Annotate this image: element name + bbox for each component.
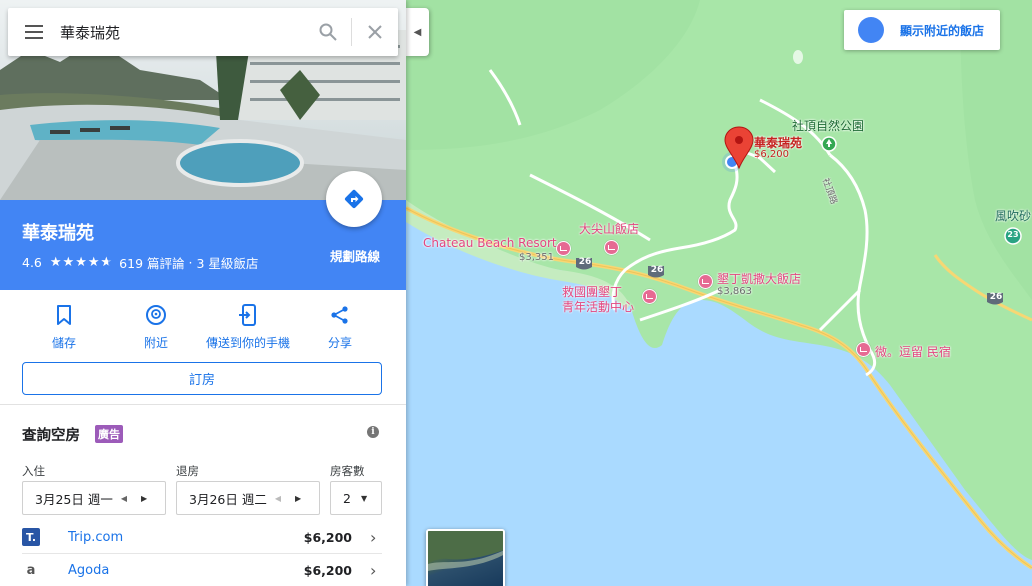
- bookmark-icon: [14, 300, 114, 330]
- hotel-marker-dajianshan[interactable]: [604, 240, 619, 255]
- hotel-marker-chateau[interactable]: [556, 241, 571, 256]
- guests-select[interactable]: 2 ▼: [330, 481, 382, 515]
- checkout-prev-arrow-icon[interactable]: ◀: [275, 494, 281, 503]
- clear-search-button[interactable]: [352, 8, 398, 56]
- chateau-label[interactable]: Chateau Beach Resort: [423, 236, 557, 250]
- checkin-label: 入住: [22, 464, 45, 478]
- dropdown-caret-icon: ▼: [360, 493, 368, 503]
- send-to-phone-icon: [198, 300, 298, 330]
- hotel-marker-kenting-grand[interactable]: [698, 274, 713, 289]
- guests-value: 2: [343, 490, 351, 506]
- wei-minsu-label[interactable]: 微。逗留 民宿: [875, 343, 951, 360]
- dot-separator: ·: [184, 255, 197, 270]
- section-divider: [0, 404, 406, 405]
- offer-price: $6,200: [303, 529, 352, 545]
- route-26-badge-b: 26: [650, 265, 664, 275]
- checkout-date-value: 3月26日 週二: [189, 491, 267, 507]
- checkout-label: 退房: [176, 464, 199, 478]
- offer-site: Trip.com: [68, 529, 124, 545]
- place-header: 華泰瑞苑 4.6 ★★★★★ ★ 619 篇評論 · 3 星級飯店 規劃路線: [0, 171, 406, 290]
- route-26-badge-c: 26: [989, 292, 1003, 302]
- kenting-grand-label[interactable]: 墾丁凱撒大飯店: [717, 270, 801, 287]
- share-button[interactable]: 分享: [290, 300, 390, 351]
- search-box: [8, 8, 398, 56]
- checkout-next-arrow-icon[interactable]: ▶: [295, 494, 301, 503]
- offer-row-agoda[interactable]: a Agoda $6,200 ›: [22, 554, 382, 586]
- search-input[interactable]: [60, 9, 305, 55]
- chevron-right-icon: ›: [370, 527, 377, 547]
- satellite-layer-toggle[interactable]: [426, 529, 505, 586]
- book-room-button[interactable]: 訂房: [22, 362, 382, 395]
- chateau-price: $3,351: [519, 252, 554, 263]
- menu-button[interactable]: [8, 8, 60, 56]
- nearby-button[interactable]: 附近: [106, 300, 206, 351]
- nearby-icon: [106, 300, 206, 330]
- nearby-label: 附近: [143, 336, 168, 350]
- guests-label: 房客數: [330, 464, 365, 478]
- rating-value: 4.6: [22, 255, 42, 270]
- hotel-marker-youth-center[interactable]: [642, 289, 657, 304]
- trip-logo-icon: T.: [22, 528, 40, 546]
- checkin-next-arrow-icon[interactable]: ▶: [141, 494, 147, 503]
- save-label: 儲存: [51, 336, 76, 350]
- directions-icon: [344, 189, 364, 209]
- ad-badge: 廣告: [95, 425, 123, 443]
- search-icon: [319, 23, 337, 41]
- hotel-bed-icon: [844, 12, 884, 43]
- route-26-badge-a: 26: [578, 257, 592, 267]
- route-23-badge: 23: [1007, 230, 1019, 239]
- fengchuisha-label[interactable]: 風吹砂: [995, 207, 1031, 224]
- save-button[interactable]: 儲存: [14, 300, 114, 351]
- share-label: 分享: [327, 336, 352, 350]
- show-nearby-hotels-button[interactable]: 顯示附近的飯店: [844, 10, 1000, 50]
- dajianshan-label[interactable]: 大尖山飯店: [579, 220, 639, 237]
- info-icon[interactable]: i: [367, 426, 379, 438]
- rating-row: 4.6 ★★★★★ ★ 619 篇評論 · 3 星級飯店: [22, 253, 258, 272]
- youth-center-label-2[interactable]: 青年活動中心: [562, 298, 634, 315]
- pin-price-label: $6,200: [754, 149, 789, 160]
- directions-label[interactable]: 規劃路線: [320, 246, 390, 265]
- park-label[interactable]: 社頂自然公園: [792, 117, 864, 134]
- place-title: 華泰瑞苑: [22, 223, 94, 244]
- place-panel: 華泰瑞苑 4.6 ★★★★★★ 619 篇評論 · 3 星級飯店 規劃路線 儲存: [0, 0, 406, 586]
- checkin-date-field[interactable]: 3月25日 週一 ◀ ▶: [22, 481, 166, 515]
- agoda-logo-icon: a: [26, 562, 36, 578]
- search-button[interactable]: [305, 8, 351, 56]
- share-icon: [290, 300, 390, 330]
- close-icon: [368, 25, 382, 39]
- directions-button[interactable]: [326, 171, 382, 227]
- availability-title: 查詢空房: [22, 428, 80, 444]
- show-nearby-hotels-label: 顯示附近的飯店: [900, 23, 985, 38]
- checkin-date-value: 3月25日 週一: [35, 491, 113, 507]
- hamburger-icon: [25, 25, 43, 39]
- place-category: 3 星級飯店: [196, 256, 259, 271]
- checkin-prev-arrow-icon[interactable]: ◀: [121, 494, 127, 503]
- reviews-link[interactable]: 619 篇評論: [119, 253, 184, 272]
- satellite-thumbnail: [428, 531, 503, 571]
- star-rating-icon: ★★★★★ ★: [49, 255, 114, 270]
- action-row: 儲存 附近 傳送到你的手機 分享: [0, 300, 406, 356]
- kenting-grand-price: $3,863: [717, 286, 752, 297]
- caret-left-icon: ◀: [413, 26, 422, 38]
- checkout-date-field[interactable]: 3月26日 週二 ◀ ▶: [176, 481, 320, 515]
- offer-site: Agoda: [68, 562, 110, 578]
- chevron-right-icon: ›: [370, 560, 377, 580]
- send-to-phone-button[interactable]: 傳送到你的手機: [198, 300, 298, 351]
- collapse-panel-button[interactable]: ◀: [406, 8, 429, 56]
- offer-row-trip[interactable]: T. Trip.com $6,200 ›: [22, 521, 382, 553]
- offer-price: $6,200: [303, 562, 352, 578]
- hotel-marker-wei[interactable]: [856, 342, 871, 357]
- send-to-phone-label: 傳送到你的手機: [205, 336, 290, 350]
